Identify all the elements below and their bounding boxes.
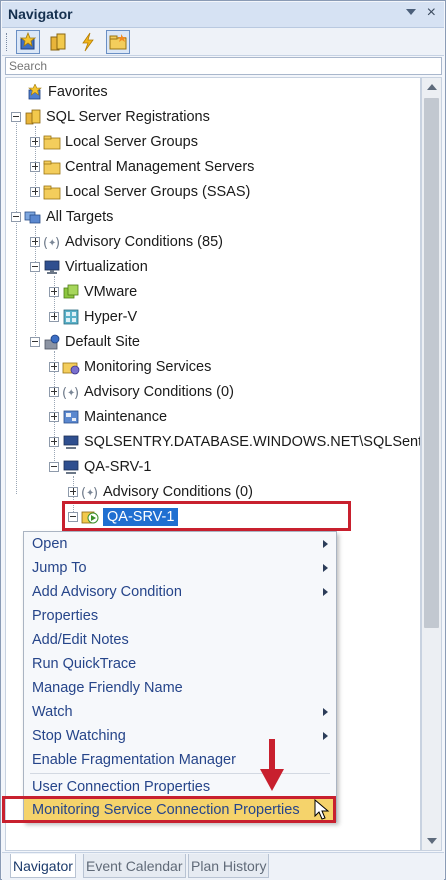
expand-toggle[interactable] xyxy=(49,412,59,422)
close-button[interactable]: × xyxy=(427,4,436,22)
pane-title: Navigator xyxy=(8,6,73,22)
maintenance-icon xyxy=(62,409,80,425)
vmware-icon xyxy=(62,284,80,300)
favorites-icon xyxy=(26,84,44,100)
vertical-scrollbar[interactable] xyxy=(421,77,442,851)
search-input[interactable] xyxy=(5,57,442,75)
expand-toggle[interactable] xyxy=(49,437,59,447)
folder-icon xyxy=(43,134,61,150)
tree-node-sqlsentry-database[interactable]: SQLSENTRY.DATABASE.WINDOWS.NET\SQLSentry xyxy=(49,431,420,453)
tab-plan-history[interactable]: Plan History xyxy=(188,854,270,878)
server-monitor-icon xyxy=(62,459,80,475)
expand-toggle[interactable] xyxy=(30,187,40,197)
highlight-box-selected-node xyxy=(62,501,351,531)
tree-node-all-targets[interactable]: All Targets xyxy=(11,206,113,228)
monitoring-services-icon xyxy=(62,359,80,375)
tree-node-default-site[interactable]: Default Site xyxy=(30,331,140,353)
lightning-tool-icon[interactable] xyxy=(76,30,100,54)
expand-toggle[interactable] xyxy=(49,312,59,322)
menu-item-open[interactable]: Open xyxy=(24,532,336,556)
toolbar xyxy=(2,28,444,56)
menu-item-add-advisory-condition[interactable]: Add Advisory Condition xyxy=(24,580,336,604)
tab-navigator[interactable]: Navigator xyxy=(10,854,76,878)
site-icon xyxy=(43,334,61,350)
menu-item-manage-friendly-name[interactable]: Manage Friendly Name xyxy=(24,676,336,700)
collapse-toggle[interactable] xyxy=(30,337,40,347)
tree-node-virtualization[interactable]: Virtualization xyxy=(30,256,148,278)
navigator-pane: Navigator × Favorites xyxy=(0,0,446,880)
tab-event-calendar[interactable]: Event Calendar xyxy=(83,854,186,878)
collapse-toggle[interactable] xyxy=(11,212,21,222)
all-targets-icon xyxy=(24,209,42,225)
highlight-box-menu-item xyxy=(2,796,336,823)
bottom-tab-strip: Navigator Event Calendar Plan History xyxy=(2,852,444,880)
scroll-up-icon[interactable] xyxy=(427,84,437,90)
svg-text:): ) xyxy=(74,386,79,400)
advisory-conditions-icon: (✦) xyxy=(62,384,80,400)
scroll-down-icon[interactable] xyxy=(427,838,437,844)
scroll-thumb[interactable] xyxy=(424,98,439,628)
favorites-tool-icon[interactable] xyxy=(16,30,40,54)
collapse-toggle[interactable] xyxy=(49,462,59,472)
tree-node-monitoring-services[interactable]: Monitoring Services xyxy=(49,356,211,378)
tree-node-local-server-groups-ssas[interactable]: Local Server Groups (SSAS) xyxy=(30,181,250,203)
tree-node-favorites[interactable]: Favorites xyxy=(26,81,108,103)
context-menu: Open Jump To Add Advisory Condition Prop… xyxy=(23,531,337,822)
dropdown-arrow-icon[interactable] xyxy=(406,9,416,15)
mouse-cursor-icon xyxy=(314,799,330,820)
menu-item-jump-to[interactable]: Jump To xyxy=(24,556,336,580)
menu-item-stop-watching[interactable]: Stop Watching xyxy=(24,724,336,748)
tree-node-advisory-conditions-85[interactable]: (✦) Advisory Conditions (85) xyxy=(30,231,223,253)
menu-item-enable-fragmentation-manager[interactable]: Enable Fragmentation Manager xyxy=(24,748,336,772)
expand-toggle[interactable] xyxy=(68,487,78,497)
tree-node-local-server-groups[interactable]: Local Server Groups xyxy=(30,131,198,153)
submenu-arrow-icon xyxy=(323,708,328,716)
submenu-arrow-icon xyxy=(323,732,328,740)
menu-item-properties[interactable]: Properties xyxy=(24,604,336,628)
toolbar-grip[interactable] xyxy=(6,33,9,51)
tree-node-qa-srv-1-server[interactable]: QA-SRV-1 xyxy=(49,456,151,478)
registrations-tool-icon[interactable] xyxy=(46,30,70,54)
menu-item-add-edit-notes[interactable]: Add/Edit Notes xyxy=(24,628,336,652)
menu-separator xyxy=(30,773,330,774)
server-monitor-icon xyxy=(62,434,80,450)
expand-toggle[interactable] xyxy=(49,362,59,372)
tree-node-hyper-v[interactable]: Hyper-V xyxy=(49,306,137,328)
advisory-conditions-icon: (✦) xyxy=(43,234,61,250)
tree-node-sql-server-registrations[interactable]: SQL Server Registrations xyxy=(11,106,210,128)
monitor-icon xyxy=(43,259,61,275)
advisory-conditions-icon: (✦) xyxy=(81,484,99,500)
red-arrow-down-icon xyxy=(260,739,284,791)
tree-node-central-management-servers[interactable]: Central Management Servers xyxy=(30,156,254,178)
folder-icon xyxy=(43,159,61,175)
svg-text:): ) xyxy=(93,486,98,500)
submenu-arrow-icon xyxy=(323,540,328,548)
collapse-toggle[interactable] xyxy=(30,262,40,272)
expand-toggle[interactable] xyxy=(30,162,40,172)
hyper-v-icon xyxy=(62,309,80,325)
registrations-icon xyxy=(24,109,42,125)
folder-icon xyxy=(43,184,61,200)
title-bar: Navigator × xyxy=(2,2,444,28)
tree-node-vmware[interactable]: VMware xyxy=(49,281,137,303)
expand-toggle[interactable] xyxy=(30,137,40,147)
menu-item-watch[interactable]: Watch xyxy=(24,700,336,724)
collapse-toggle[interactable] xyxy=(11,112,21,122)
tree-node-advisory-conditions-0-server[interactable]: (✦) Advisory Conditions (0) xyxy=(68,481,253,503)
tree-node-advisory-conditions-0-site[interactable]: (✦) Advisory Conditions (0) xyxy=(49,381,234,403)
tree-node-maintenance[interactable]: Maintenance xyxy=(49,406,167,428)
submenu-arrow-icon xyxy=(323,564,328,572)
svg-text:): ) xyxy=(55,236,60,250)
menu-item-run-quicktrace[interactable]: Run QuickTrace xyxy=(24,652,336,676)
expand-toggle[interactable] xyxy=(30,237,40,247)
expand-toggle[interactable] xyxy=(49,287,59,297)
folder-tool-icon[interactable] xyxy=(106,30,130,54)
submenu-arrow-icon xyxy=(323,588,328,596)
expand-toggle[interactable] xyxy=(49,387,59,397)
